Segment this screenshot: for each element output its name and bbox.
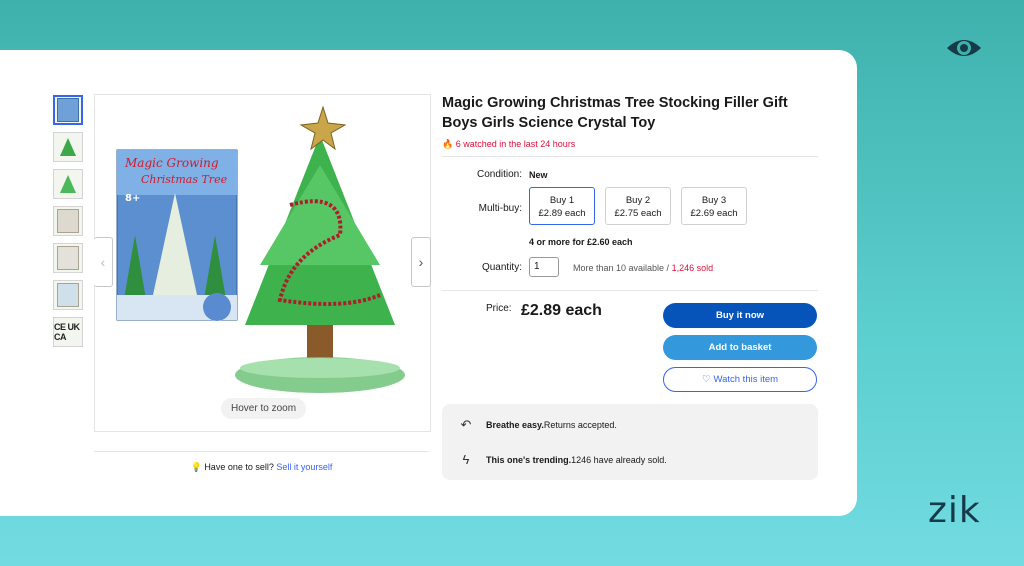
condition-value: New	[529, 170, 548, 180]
thumbnail-strip: CE UK CA	[53, 95, 83, 354]
watch-signal: 🔥 6 watched in the last 24 hours	[442, 139, 576, 149]
trust-info-box: ↶ Breathe easy. Returns accepted. ϟ This…	[442, 404, 818, 480]
chevron-right-icon: ›	[418, 254, 424, 270]
thumbnail-5[interactable]	[53, 243, 83, 273]
multibuy-option-3[interactable]: Buy 3 £2.69 each	[681, 187, 747, 225]
bulk-price-note: 4 or more for £2.60 each	[529, 237, 633, 247]
thumbnail-3[interactable]	[53, 169, 83, 199]
thumbnail-1[interactable]	[53, 95, 83, 125]
box-title-line-2: Christmas Tree	[141, 173, 228, 186]
multibuy-option-1[interactable]: Buy 1 £2.89 each	[529, 187, 595, 225]
availability-text: More than 10 available / 1,246 sold	[573, 263, 714, 273]
thumbnail-7[interactable]: CE UK CA	[53, 317, 83, 347]
box-title-line-1: Magic Growing	[124, 156, 219, 170]
main-product-image[interactable]: Magic Growing Christmas Tree 8+	[94, 94, 431, 432]
next-image-button[interactable]: ›	[411, 237, 431, 287]
eye-icon	[947, 40, 981, 56]
multibuy-option-2[interactable]: Buy 2 £2.75 each	[605, 187, 671, 225]
thumbnail-2[interactable]	[53, 132, 83, 162]
buy-it-now-button[interactable]: Buy it now	[663, 303, 817, 328]
returns-icon: ↶	[460, 417, 472, 432]
sell-it-yourself-link[interactable]: Sell it yourself	[276, 462, 332, 472]
trending-info: ϟ This one's trending. 1246 have already…	[456, 452, 667, 467]
multibuy-label: Multi-buy:	[478, 203, 522, 214]
returns-info: ↶ Breathe easy. Returns accepted.	[456, 417, 617, 433]
previous-image-button[interactable]: ‹	[94, 237, 113, 287]
thumbnail-6[interactable]	[53, 280, 83, 310]
listing-title: Magic Growing Christmas Tree Stocking Fi…	[442, 95, 788, 131]
sold-count: 1,246 sold	[671, 263, 714, 273]
add-to-basket-button[interactable]: Add to basket	[663, 335, 817, 360]
thumbnail-4[interactable]	[53, 206, 83, 236]
watch-item-button[interactable]: ♡ Watch this item	[663, 367, 817, 392]
heart-icon: ♡	[701, 374, 711, 385]
flame-icon: 🔥	[442, 139, 454, 149]
brand-logo: zik	[928, 490, 981, 531]
divider	[442, 156, 818, 157]
quantity-input[interactable]: 1	[529, 257, 559, 277]
condition-label: Condition:	[476, 169, 522, 180]
price-value: £2.89 each	[521, 302, 602, 319]
lightning-icon: ϟ	[462, 452, 470, 467]
lightbulb-icon: 💡	[190, 462, 202, 472]
chevron-left-icon: ‹	[100, 254, 106, 270]
divider	[442, 290, 818, 291]
price-label: Price:	[486, 303, 512, 314]
age-badge: 8+	[125, 193, 140, 204]
hover-zoom-hint: Hover to zoom	[221, 398, 307, 419]
quantity-label: Quantity:	[481, 262, 522, 273]
product-illustration: Magic Growing Christmas Tree 8+	[116, 105, 405, 393]
sell-prompt: 💡 Have one to sell? Sell it yourself	[94, 451, 429, 473]
